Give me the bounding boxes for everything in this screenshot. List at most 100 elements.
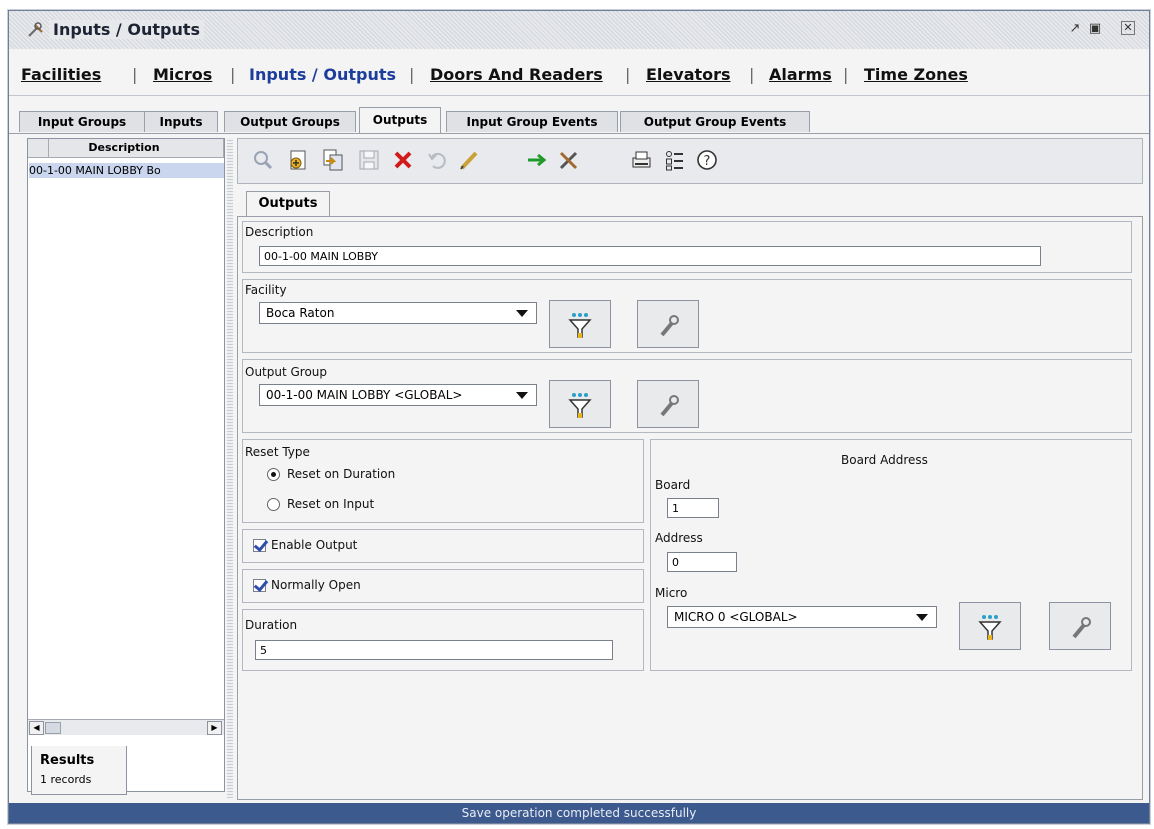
description-field[interactable]: 00-1-00 MAIN LOBBY xyxy=(259,246,1041,266)
facility-filter-button[interactable] xyxy=(549,300,611,348)
micro-value: MICRO 0 <GLOBAL> xyxy=(674,610,798,624)
list-icon[interactable] xyxy=(662,147,688,173)
reset-type-group: Reset Type Reset on Duration Reset on In… xyxy=(242,439,644,523)
description-group: Description 00-1-00 MAIN LOBBY xyxy=(242,221,1132,273)
normally-open-checkbox[interactable] xyxy=(253,579,266,592)
nav-alarms[interactable]: Alarms xyxy=(769,65,832,84)
micro-filter-button[interactable] xyxy=(959,602,1021,650)
scroll-thumb[interactable] xyxy=(45,722,61,734)
outputs-form: Description 00-1-00 MAIN LOBBY Facility … xyxy=(237,216,1143,800)
reset-on-input-radio[interactable] xyxy=(267,498,280,511)
undo-icon[interactable] xyxy=(424,147,450,173)
address-field[interactable]: 0 xyxy=(667,552,737,572)
output-group-group: Output Group 00-1-00 MAIN LOBBY <GLOBAL> xyxy=(242,359,1132,433)
tools-icon xyxy=(28,22,43,37)
panel-splitter[interactable] xyxy=(227,138,233,798)
nav-separator: | xyxy=(625,65,631,84)
results-tab-label: Results xyxy=(40,753,95,768)
tab-outputs[interactable]: Outputs xyxy=(359,107,441,133)
nav-elevators[interactable]: Elevators xyxy=(646,65,731,84)
nav-separator: | xyxy=(230,65,236,84)
facility-edit-button[interactable] xyxy=(637,300,699,348)
wrench-icon xyxy=(660,395,679,417)
module-nav: Facilities | Micros | Inputs / Outputs |… xyxy=(9,49,1149,96)
add-icon[interactable] xyxy=(286,147,312,173)
enable-output-group: Enable Output xyxy=(242,529,644,563)
wrench-icon xyxy=(660,315,679,337)
save-icon[interactable] xyxy=(356,147,382,173)
tab-input-group-events[interactable]: Input Group Events xyxy=(446,111,618,132)
wrench-icon xyxy=(1072,617,1091,639)
results-list: Description 00-1-00 MAIN LOBBY Bo ◀ ▶ xyxy=(27,138,225,792)
chevron-down-icon xyxy=(516,392,528,399)
filter-icon xyxy=(568,313,592,338)
nav-separator: | xyxy=(749,65,755,84)
description-label: Description xyxy=(245,225,314,239)
header-spacer xyxy=(200,139,224,157)
horizontal-scrollbar[interactable]: ◀ ▶ xyxy=(28,719,224,735)
chevron-down-icon xyxy=(516,310,528,317)
micro-select[interactable]: MICRO 0 <GLOBAL> xyxy=(667,606,937,628)
column-header-description[interactable]: Description xyxy=(49,141,199,154)
enable-output-checkbox[interactable] xyxy=(253,539,266,552)
tools-icon[interactable] xyxy=(556,147,582,173)
nav-facilities[interactable]: Facilities xyxy=(21,65,101,84)
normally-open-group: Normally Open xyxy=(242,569,644,603)
reset-on-input-label: Reset on Input xyxy=(287,497,375,511)
tab-output-groups[interactable]: Output Groups xyxy=(224,111,356,132)
duration-group: Duration 5 xyxy=(242,609,644,671)
nav-inputs-outputs[interactable]: Inputs / Outputs xyxy=(249,65,396,84)
tab-divider xyxy=(9,133,1149,134)
facility-select[interactable]: Boca Raton xyxy=(259,302,537,324)
list-item[interactable]: 00-1-00 MAIN LOBBY Bo xyxy=(29,163,224,178)
tab-bar: Input Groups Inputs Output Groups Output… xyxy=(9,107,1149,133)
enable-output-label: Enable Output xyxy=(271,538,358,552)
close-icon[interactable]: ✕ xyxy=(1121,21,1135,35)
status-bar: Save operation completed successfully xyxy=(9,803,1149,823)
scroll-left-icon[interactable]: ◀ xyxy=(29,721,44,735)
print-icon[interactable] xyxy=(628,147,654,173)
nav-doors-and-readers[interactable]: Doors And Readers xyxy=(430,65,603,84)
restore-icon[interactable]: ↗ xyxy=(1067,21,1083,37)
filter-icon xyxy=(568,393,592,418)
app-window: Inputs / Outputs ↗ ▣ ✕ Facilities | Micr… xyxy=(8,10,1150,824)
nav-time-zones[interactable]: Time Zones xyxy=(864,65,968,84)
results-tab[interactable]: Results 1 records xyxy=(31,746,127,795)
board-field[interactable]: 1 xyxy=(667,498,719,518)
reset-on-duration-radio[interactable] xyxy=(267,468,280,481)
results-header: Description xyxy=(28,139,224,158)
address-label: Address xyxy=(655,531,703,545)
facility-value: Boca Raton xyxy=(266,306,335,320)
subtab-outputs[interactable]: Outputs xyxy=(246,191,330,216)
results-count: 1 records xyxy=(40,773,92,786)
tab-inputs[interactable]: Inputs xyxy=(144,111,218,132)
output-group-value: 00-1-00 MAIN LOBBY <GLOBAL> xyxy=(266,388,463,402)
nav-separator: | xyxy=(409,65,415,84)
search-icon[interactable] xyxy=(250,147,276,173)
board-label: Board xyxy=(655,478,691,492)
board-address-group: Board Address Board 1 Address 0 Micro MI… xyxy=(650,439,1132,671)
delete-icon[interactable] xyxy=(390,147,416,173)
output-group-select[interactable]: 00-1-00 MAIN LOBBY <GLOBAL> xyxy=(259,384,537,406)
forward-icon[interactable] xyxy=(524,147,550,173)
output-group-edit-button[interactable] xyxy=(637,380,699,428)
toolbar: ? xyxy=(237,138,1143,184)
edit-icon[interactable] xyxy=(456,147,482,173)
svg-text:?: ? xyxy=(704,154,711,169)
filter-icon xyxy=(978,615,1002,640)
micro-edit-button[interactable] xyxy=(1049,602,1111,650)
duration-label: Duration xyxy=(245,618,298,632)
maximize-icon[interactable]: ▣ xyxy=(1087,21,1103,37)
tab-output-group-events[interactable]: Output Group Events xyxy=(620,111,810,132)
header-spacer xyxy=(28,139,49,157)
duration-field[interactable]: 5 xyxy=(255,640,613,660)
tab-input-groups[interactable]: Input Groups xyxy=(19,111,145,132)
output-group-filter-button[interactable] xyxy=(549,380,611,428)
help-icon[interactable]: ? xyxy=(694,147,720,173)
chevron-down-icon xyxy=(916,614,928,621)
window-title: Inputs / Outputs xyxy=(49,20,204,39)
scroll-right-icon[interactable]: ▶ xyxy=(207,721,222,735)
facility-group: Facility Boca Raton xyxy=(242,279,1132,353)
copy-icon[interactable] xyxy=(320,147,346,173)
nav-micros[interactable]: Micros xyxy=(153,65,212,84)
